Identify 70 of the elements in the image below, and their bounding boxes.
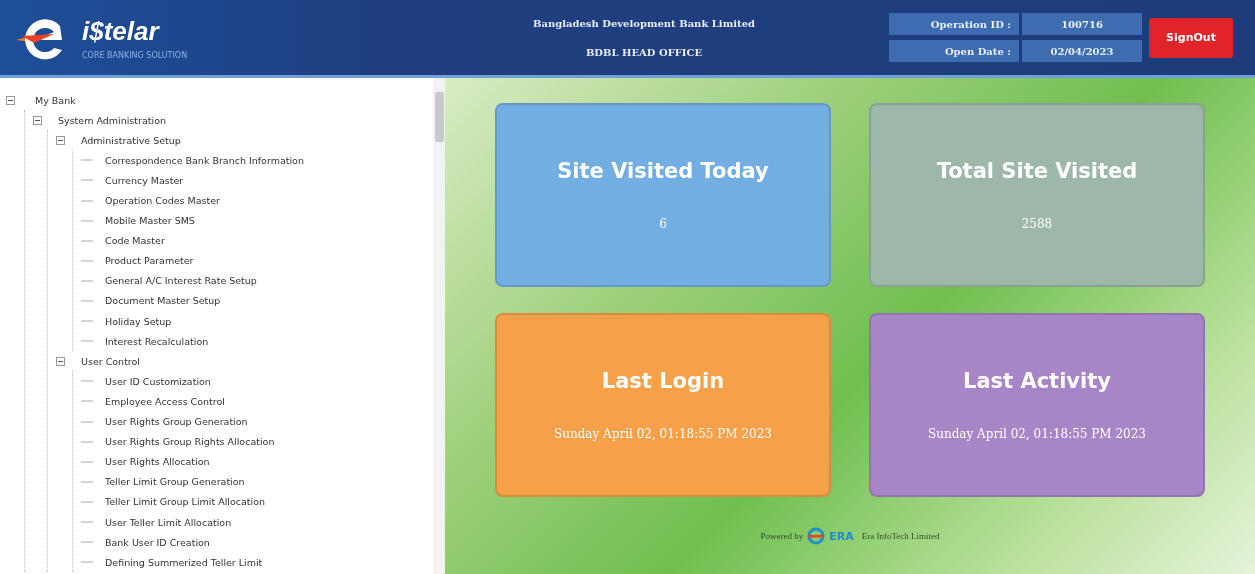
tree-item[interactable]: Correspondence Bank Branch Information <box>105 154 304 166</box>
tree-connector-icon <box>81 460 93 463</box>
tree-connector-icon <box>81 400 93 403</box>
era-logo-icon <box>807 527 826 545</box>
signout-button[interactable]: SignOut <box>1149 17 1233 58</box>
tree-connector-icon <box>81 440 93 443</box>
tree-item[interactable]: Teller Limit Group Generation <box>105 476 245 488</box>
scrollbar-thumb[interactable] <box>434 92 444 142</box>
tree-connector-icon <box>81 179 93 182</box>
info-label: Operation ID : <box>889 13 1019 35</box>
tree-connector-icon <box>81 500 93 503</box>
powered-by-text: Powered by <box>760 531 804 541</box>
tree-item[interactable]: Mobile Master SMS <box>105 215 195 227</box>
tree-item[interactable]: User Teller Limit Allocation <box>105 516 232 528</box>
collapse-icon[interactable] <box>33 115 42 125</box>
card-value: 2588 <box>1021 217 1053 231</box>
tree-connector-icon <box>81 420 93 423</box>
tree-item[interactable]: Interest Recalculation <box>105 335 209 347</box>
info-label: Open Date : <box>889 40 1019 62</box>
tree-item[interactable]: User Control <box>81 355 140 367</box>
bank-name: Bangladesh Development Bank Limited <box>533 17 755 29</box>
tree-connector-icon <box>81 521 93 523</box>
tree-connector-icon <box>81 380 93 383</box>
tree-item[interactable]: Defining Summerized Teller Limit <box>105 556 263 568</box>
branch-name: BDBL HEAD OFFICE <box>585 46 703 58</box>
tree-connector-icon <box>81 239 93 242</box>
card-value: Sunday April 02, 01:18:55 PM 2023 <box>554 427 772 441</box>
tree-connector-icon <box>81 541 93 544</box>
card-title: Last Login <box>601 369 725 393</box>
info-value: 02/04/2023 <box>1022 40 1142 62</box>
tree-item[interactable]: Currency Master <box>105 174 184 186</box>
tree-connector-icon <box>81 300 93 302</box>
tree-connector-icon <box>81 259 93 262</box>
tree-connector-icon <box>81 320 93 323</box>
tree-item[interactable]: System Administration <box>58 114 166 126</box>
tree-connector-icon <box>81 219 93 222</box>
company-name: Era InfoTech Limited <box>861 531 940 541</box>
tree-item[interactable]: Holiday Setup <box>105 315 172 327</box>
tree-item[interactable]: Code Master <box>105 235 165 247</box>
tree-item[interactable]: My Bank <box>35 94 76 106</box>
tree-item[interactable]: Administrative Setup <box>81 134 181 146</box>
tree-item[interactable]: Product Parameter <box>105 255 194 267</box>
tagline: CORE BANKING SOLUTION <box>82 50 188 60</box>
tree-item[interactable]: Teller Limit Group Limit Allocation <box>105 496 265 508</box>
tree-connector-icon <box>81 480 93 483</box>
tree-connector-icon <box>81 159 93 162</box>
tree-item[interactable]: User Rights Group Rights Allocation <box>105 436 275 448</box>
tree-item[interactable]: Employee Access Control <box>105 395 225 407</box>
card-title: Total Site Visited <box>936 159 1138 183</box>
tree-connector-icon <box>81 279 93 282</box>
tree-item[interactable]: Bank User ID Creation <box>105 536 210 548</box>
tree-connector-icon <box>81 199 93 202</box>
tree-item[interactable]: User Rights Allocation <box>105 456 210 468</box>
card-title: Last Activity <box>963 369 1111 393</box>
tree-item[interactable]: General A/C Interest Rate Setup <box>105 275 257 287</box>
collapse-icon[interactable] <box>56 135 65 145</box>
tree-item[interactable]: Operation Codes Master <box>105 195 221 206</box>
tree-item[interactable]: User ID Customization <box>105 375 211 387</box>
era-logo-text: ERA <box>829 529 854 543</box>
tree-item[interactable]: Document Master Setup <box>105 295 221 307</box>
logo-text: i$telar <box>82 15 161 47</box>
card-value: 6 <box>659 217 667 231</box>
card-title: Site Visited Today <box>557 159 769 183</box>
tree-item[interactable]: User Rights Group Generation <box>105 416 248 428</box>
card-value: Sunday April 02, 01:18:55 PM 2023 <box>928 427 1146 441</box>
info-value: 100716 <box>1022 13 1142 35</box>
collapse-icon[interactable] <box>6 95 15 105</box>
collapse-icon[interactable] <box>56 356 65 366</box>
tree-connector-icon <box>81 561 93 564</box>
tree-connector-icon <box>81 340 93 343</box>
